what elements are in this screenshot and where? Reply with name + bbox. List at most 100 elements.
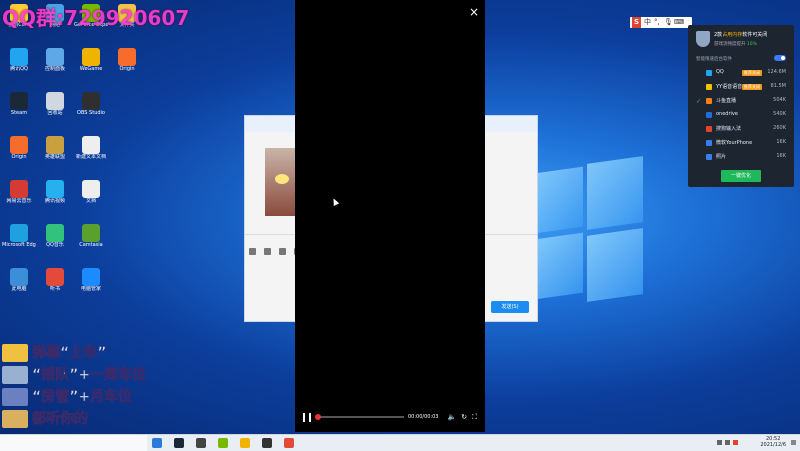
chat-image-thumbnail[interactable] [265,148,297,216]
app-icon [82,48,100,66]
limit-option-label: 智能限速后台软件 [696,57,732,62]
image-icon[interactable] [264,248,272,255]
taskbar-app-icon[interactable] [240,438,250,448]
desktop-icon[interactable]: 腾讯视频 [38,180,72,204]
app-icon [10,180,28,198]
volume-icon[interactable]: 🔈 [448,413,457,421]
process-memory: 16K [776,153,786,159]
taskbar-app-icon[interactable] [262,438,272,448]
taskbar-app-icon[interactable] [284,438,294,448]
process-name: 斗鱼直播 [716,98,737,104]
desktop-icon-label: Microsoft Edge [2,242,36,248]
desktop-icon[interactable]: QQ音乐 [38,224,72,248]
video-controls: 00:00/00:03 🔈 ↻ ⛶ [303,410,477,424]
replay-icon[interactable]: ↻ [461,413,467,421]
keyboard-icon[interactable]: ⌨ [674,17,684,28]
desktop-icon[interactable]: 控制面板 [38,48,72,72]
game-optimizer-panel: 2款占用内存软件可关闭 游戏流畅度提升 10% 智能限速后台软件 QQ 推荐关闭 1… [688,25,794,187]
taskbar-app-icon[interactable] [218,438,228,448]
desktop-icon[interactable]: Origin [110,48,144,72]
desktop-icon[interactable]: 此电脑 [2,268,36,292]
process-row[interactable]: 搜狗输入法 260K [688,123,794,135]
punctuation-icon[interactable]: °, [654,17,660,28]
title-highlight: 占用内存 [722,32,743,38]
progress-bar[interactable] [315,414,404,420]
taskbar-clock[interactable]: 20:52 2021/12/6 [760,436,786,448]
taskbar-app-icon[interactable] [196,438,206,448]
taskbar: 20:52 2021/12/6 [0,434,800,451]
desktop-icon[interactable]: 网易云音乐 [2,180,36,204]
desktop-icon[interactable]: 听书 [38,268,72,292]
desktop-icon[interactable]: Origin [2,136,36,160]
overlay-text: 都听你的 [32,411,89,428]
process-row[interactable]: 照片 16K [688,151,794,163]
optimize-button[interactable]: 一键优化 [721,170,761,182]
desktop-icon[interactable]: 回收站 [38,92,72,116]
desktop-icon[interactable]: 文档 [74,180,108,204]
notification-icon[interactable] [791,440,796,445]
check-icon[interactable]: ✓ [696,98,701,105]
ime-mode-label[interactable]: 中 [644,17,651,28]
process-icon [706,140,712,146]
app-icon [82,180,100,198]
desktop-icon-label: 控制面板 [44,66,65,72]
app-icon [46,180,64,198]
scissors-icon[interactable] [279,248,287,255]
avatar [2,388,28,406]
sogou-logo-icon[interactable]: S [632,17,641,28]
send-button[interactable]: 发送(S) [491,301,529,313]
overlay-text: “房管”+月车位 [32,389,133,406]
ime-toolbar[interactable]: S 中 °, 🎙 ⌨ [630,17,692,28]
progress-handle[interactable] [315,414,321,420]
app-icon [10,92,28,110]
microphone-icon[interactable]: 🎙 [664,17,673,28]
desktop-icon[interactable]: OBS Studio [74,92,108,116]
desktop-icon-label: 回收站 [47,110,63,116]
title-prefix: 2款 [714,32,723,38]
process-memory: 260K [773,125,786,131]
process-memory: 124.6M [767,69,786,75]
taskbar-app-icon[interactable] [174,438,184,448]
desktop-icon-label: 腾讯QQ [10,66,28,72]
desktop-icon-label: Origin [11,154,27,160]
avatar [2,344,28,362]
process-icon [706,112,712,118]
close-icon[interactable]: × [469,5,479,19]
desktop-icon[interactable]: 英雄联盟 [38,136,72,160]
taskbar-app-icon[interactable] [152,438,162,448]
desktop-icon-label: Origin [119,66,135,72]
desktop-icon[interactable]: Steam [2,92,36,116]
recommend-badge: 推荐关闭 [742,84,762,90]
video-player-window[interactable]: × 00:00/00:03 🔈 ↻ ⛶ [295,0,485,432]
desktop-icon[interactable]: WeGame [74,48,108,72]
smile-icon[interactable] [249,248,256,255]
desktop-icon[interactable]: Microsoft Edge [2,224,36,248]
app-icon [10,136,28,154]
stream-overlay: 弹幕“上车” “插队”+一周车位 “房管”+月车位 都听你的 [0,343,200,435]
pause-icon[interactable] [303,412,311,422]
sogou-tray-icon[interactable] [733,440,738,445]
desktop-icon[interactable]: 腾讯QQ [2,48,36,72]
app-icon [10,224,28,242]
limit-toggle[interactable] [774,55,786,61]
desktop-icon-label: OBS Studio [77,110,105,116]
process-icon [706,154,712,160]
network-icon[interactable] [725,440,730,445]
process-row[interactable]: 微软YourPhone 16K [688,137,794,149]
desktop-icon[interactable]: Camtasia [74,224,108,248]
tray-chevron-icon[interactable] [717,440,722,445]
boost-percent: 10% [746,42,757,47]
process-icon [706,98,712,104]
recommend-badge: 推荐关闭 [742,70,762,76]
app-icon [82,92,100,110]
process-row[interactable]: YY语音语音 推荐关闭 81.5M [688,81,794,93]
desktop-icon[interactable]: 新建文本文档 [74,136,108,160]
process-name: 照片 [716,154,727,160]
taskbar-search[interactable] [0,435,147,451]
process-row[interactable]: QQ 推荐关闭 124.6M [688,67,794,79]
process-row[interactable]: ✓ 斗鱼直播 504K [688,95,794,107]
app-icon [118,48,136,66]
fullscreen-icon[interactable]: ⛶ [472,413,477,422]
process-row[interactable]: onedrive 540K [688,109,794,121]
desktop-icon[interactable]: 电脑管家 [74,268,108,292]
